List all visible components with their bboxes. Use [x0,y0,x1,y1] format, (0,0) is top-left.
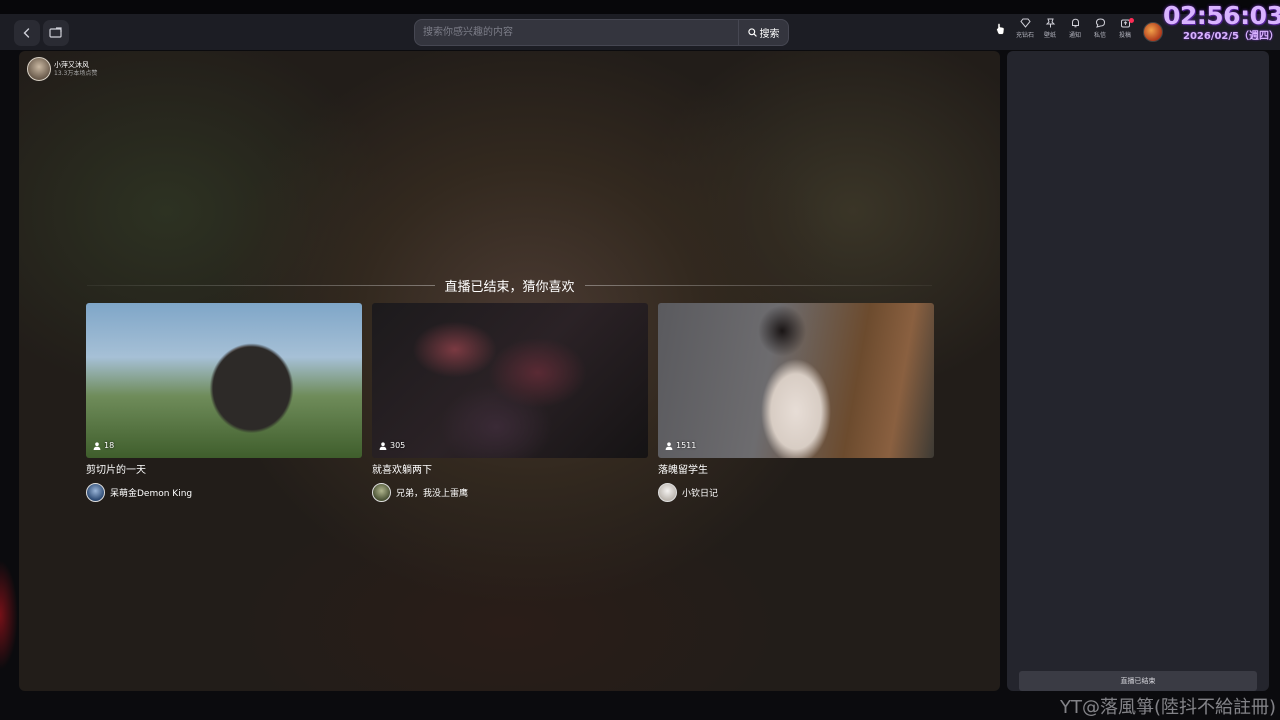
bell-icon [1071,18,1079,28]
recommendation-list: 18 剪切片的一天 呆萌金Demon King 305 就喜欢躺两下 兄弟，我没… [86,303,934,502]
viewer-count: 1511 [665,441,696,450]
streamer-likes: 13.3万本场点赞 [54,69,98,77]
notification-label: 通知 [1068,32,1081,39]
watermark-text: YT@落風箏(陸抖不給註冊) [1059,697,1276,718]
search-bar: 搜索 [414,19,789,46]
streamer-info[interactable]: 小萍又沐风 13.3万本场点赞 [27,57,97,81]
person-icon [665,441,673,450]
overlay-clock-time: 02:56:03 [1163,1,1280,30]
search-input[interactable] [415,20,738,45]
recommendation-author[interactable]: 小钦日记 [658,483,934,502]
overlay-clock-date: 2026/02/5（週四） [1182,31,1279,42]
upload-badge-dot [1129,18,1134,23]
ended-section-heading: 直播已结束，猜你喜欢 [87,275,933,295]
messages-button[interactable]: 私信 [1089,18,1111,48]
recommendation-author[interactable]: 兄弟，我没上雷鹰 [372,483,648,502]
recommendation-title[interactable]: 就喜欢躺两下 [372,464,648,477]
streamer-text: 小萍又沐风 13.3万本场点赞 [54,61,97,78]
ended-title: 直播已结束，猜你喜欢 [444,279,575,295]
picture-in-picture-icon [49,27,62,38]
author-avatar[interactable] [86,483,105,502]
notification-button[interactable]: 通知 [1064,18,1086,48]
recommendation-card[interactable]: 18 剪切片的一天 呆萌金Demon King [86,303,362,502]
wallpaper-button[interactable]: 壁纸 [1039,18,1061,48]
divider-left [87,284,435,286]
user-avatar[interactable] [1143,22,1163,42]
recommendation-thumbnail[interactable]: 18 [86,303,362,458]
recommendation-author[interactable]: 呆萌金Demon King [86,483,362,502]
diamond-icon [1019,18,1031,28]
live-ended-button[interactable]: 直播已结束 [1019,671,1257,691]
header-actions: 充钻石 壁纸 通知 私信 投稿 [1014,18,1136,48]
viewer-count-value: 305 [390,441,406,450]
streamer-avatar[interactable] [27,57,51,81]
upload-label: 投稿 [1118,32,1131,39]
viewer-count: 305 [379,441,405,450]
author-name[interactable]: 小钦日记 [682,486,718,499]
recommendation-title[interactable]: 落魄留学生 [658,464,934,477]
messages-label: 私信 [1093,32,1106,39]
viewer-count-value: 18 [104,441,115,450]
person-icon [93,441,101,450]
search-button-label: 搜索 [759,29,780,40]
viewer-count-value: 1511 [676,441,697,450]
author-name[interactable]: 呆萌金Demon King [110,486,192,499]
streamer-name: 小萍又沐风 [54,60,89,69]
divider-right [584,284,933,286]
recommendation-thumbnail[interactable]: 1511 [658,303,934,458]
viewer-count: 18 [93,441,114,450]
wallpaper-icon [1045,18,1055,28]
overlay-clock: 02:56:03 2026/02/5（週四） [1163,1,1280,48]
edge-glow [0,560,18,670]
search-icon [747,28,757,37]
recommendation-card[interactable]: 305 就喜欢躺两下 兄弟，我没上雷鹰 [372,303,648,502]
diamond-label: 充钻石 [1015,32,1034,39]
person-icon [379,441,387,450]
search-button[interactable]: 搜索 [738,20,788,45]
recommendation-card[interactable]: 1511 落魄留学生 小钦日记 [658,303,934,502]
mouse-pointer-icon [996,23,1005,35]
recommendation-thumbnail[interactable]: 305 [372,303,648,458]
upload-button[interactable]: 投稿 [1114,18,1136,48]
mini-window-button[interactable] [43,20,69,46]
message-icon [1095,18,1105,28]
recommendation-title[interactable]: 剪切片的一天 [86,464,362,477]
author-avatar[interactable] [658,483,677,502]
chat-side-panel: 直播已结束 [1007,51,1269,691]
author-name[interactable]: 兄弟，我没上雷鹰 [396,486,468,499]
chevron-left-icon [23,28,30,38]
back-button[interactable] [14,20,40,46]
live-player-area: 小萍又沐风 13.3万本场点赞 直播已结束，猜你喜欢 18 剪切片的一天 呆萌金… [19,51,1000,691]
author-avatar[interactable] [372,483,391,502]
wallpaper-label: 壁纸 [1043,32,1056,39]
diamond-button[interactable]: 充钻石 [1014,18,1036,48]
